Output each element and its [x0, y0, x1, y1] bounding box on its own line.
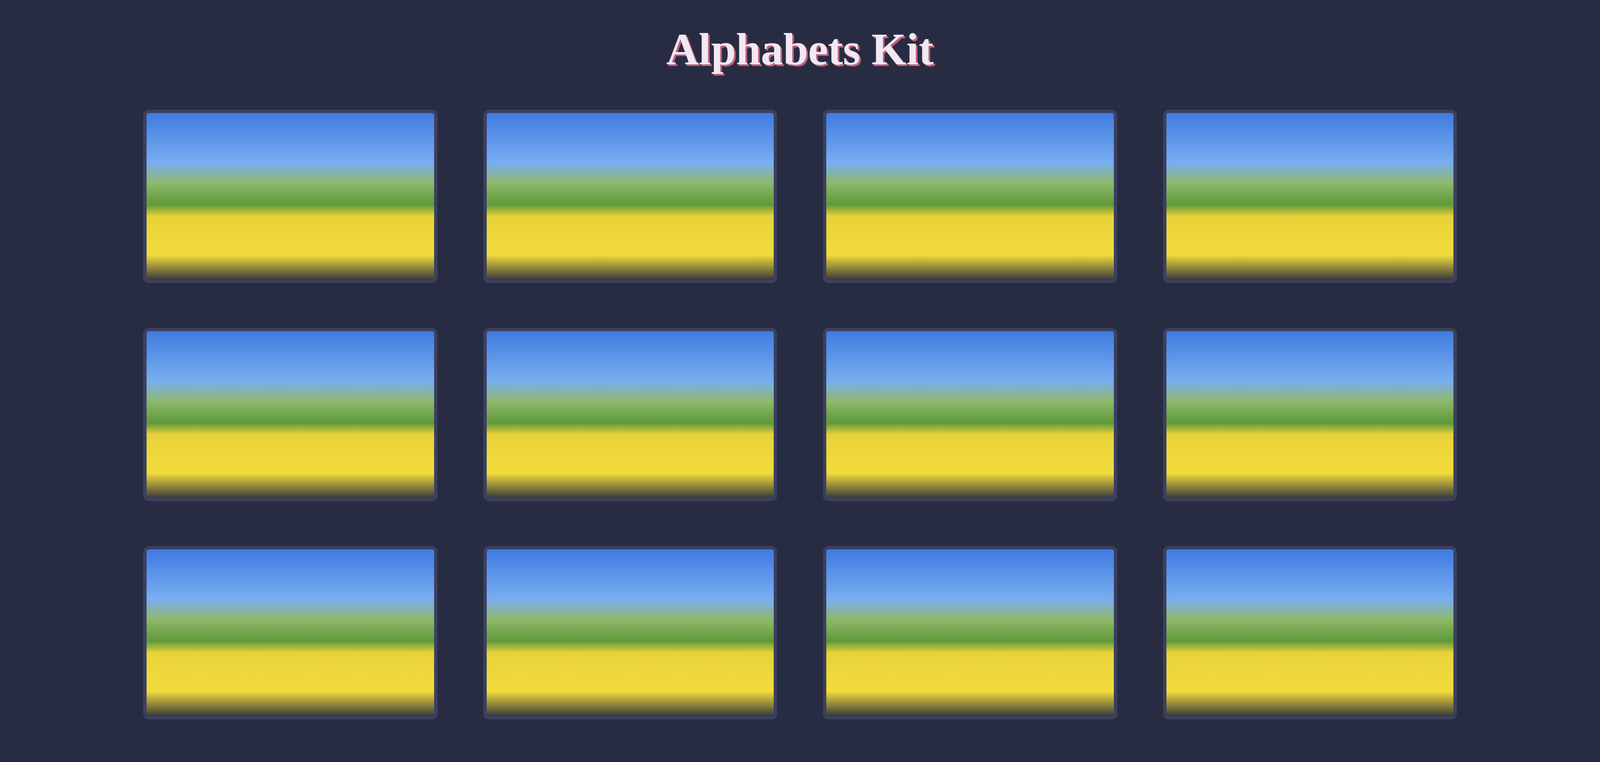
- thumbnail-card[interactable]: [822, 109, 1118, 284]
- thumbnail-image: [1166, 549, 1454, 717]
- thumbnail-card[interactable]: [1163, 546, 1458, 720]
- thumbnail-grid: [143, 109, 1457, 720]
- thumbnail-card[interactable]: [1163, 327, 1458, 502]
- thumbnail-card[interactable]: [483, 546, 778, 720]
- thumbnail-image: [1166, 331, 1454, 498]
- thumbnail-card[interactable]: [483, 109, 778, 284]
- thumbnail-card[interactable]: [143, 109, 438, 284]
- thumbnail-image: [1166, 113, 1454, 280]
- thumbnail-card[interactable]: [822, 546, 1118, 720]
- thumbnail-image: [826, 113, 1114, 280]
- thumbnail-card[interactable]: [483, 327, 778, 502]
- thumbnail-image: [146, 549, 435, 717]
- thumbnail-image: [146, 331, 435, 498]
- thumbnail-card[interactable]: [143, 546, 438, 720]
- thumbnail-image: [486, 331, 775, 498]
- thumbnail-card[interactable]: [1163, 109, 1458, 284]
- thumbnail-card[interactable]: [143, 327, 438, 502]
- thumbnail-image: [486, 113, 775, 280]
- page: Alphabets Kit: [0, 0, 1600, 762]
- thumbnail-image: [826, 549, 1114, 717]
- thumbnail-card[interactable]: [822, 327, 1118, 502]
- thumbnail-image: [146, 113, 435, 280]
- thumbnail-image: [486, 549, 775, 717]
- thumbnail-image: [826, 331, 1114, 498]
- page-title: Alphabets Kit: [666, 22, 934, 77]
